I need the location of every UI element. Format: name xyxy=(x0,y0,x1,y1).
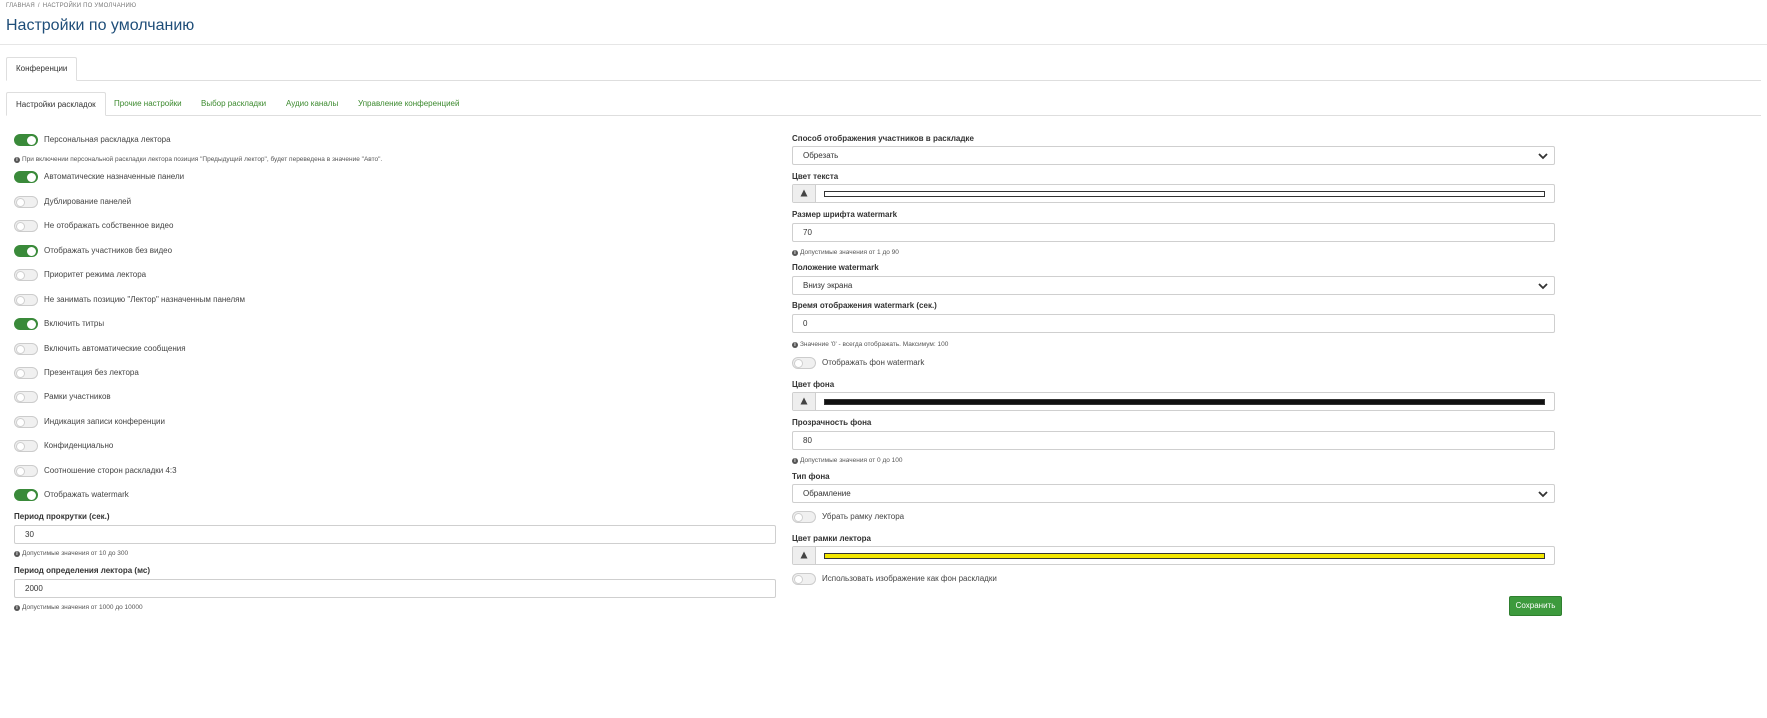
tab-conference-management[interactable]: Управление конференцией xyxy=(358,92,459,116)
auto-messages-label: Включить автоматические сообщения xyxy=(44,344,186,353)
chevron-down-icon xyxy=(1538,491,1548,498)
tab-other-settings[interactable]: Прочие настройки xyxy=(114,92,182,116)
speaker-period-input[interactable]: 2000 xyxy=(14,579,776,598)
show-no-video-toggle[interactable] xyxy=(14,245,38,257)
display-time-label: Время отображения watermark (сек.) xyxy=(792,301,937,310)
personal-layout-toggle[interactable] xyxy=(14,134,38,146)
bg-color-picker[interactable] xyxy=(792,392,1555,411)
show-bg-toggle[interactable] xyxy=(792,357,816,369)
scroll-period-input[interactable]: 30 xyxy=(14,525,776,544)
remove-frame-toggle[interactable] xyxy=(792,511,816,523)
chevron-down-icon xyxy=(1538,153,1548,160)
tab-conferences[interactable]: Конференции xyxy=(6,57,78,81)
display-time-hint: i Значение '0' - всегда отображать. Макси… xyxy=(792,340,948,349)
bg-type-select[interactable]: Обрамление xyxy=(792,484,1555,503)
bg-color-label: Цвет фона xyxy=(792,380,835,389)
font-size-input[interactable]: 70 xyxy=(792,223,1555,242)
recording-indicator-toggle[interactable] xyxy=(14,416,38,428)
color-picker-button[interactable] xyxy=(793,185,816,202)
participant-frames-toggle[interactable] xyxy=(14,391,38,403)
page-title: Настройки по умолчанию xyxy=(6,17,195,34)
bg-color-swatch xyxy=(824,399,1545,405)
subtitles-label: Включить титры xyxy=(44,319,105,328)
font-size-label: Размер шрифта watermark xyxy=(792,210,898,219)
display-mode-label: Способ отображения участников в раскладк… xyxy=(792,134,974,143)
speaker-period-hint: i Допустимые значения от 1000 до 10000 xyxy=(14,603,143,612)
text-color-label: Цвет текста xyxy=(792,172,839,181)
use-image-label: Использовать изображение как фон расклад… xyxy=(822,574,997,583)
show-watermark-toggle[interactable] xyxy=(14,489,38,501)
text-color-picker[interactable] xyxy=(792,184,1555,203)
duplicate-panels-toggle[interactable] xyxy=(14,196,38,208)
chevron-down-icon xyxy=(1538,283,1548,290)
scroll-period-hint: i Допустимые значения от 10 до 300 xyxy=(14,549,128,558)
fill-drip-icon xyxy=(800,551,808,559)
frame-color-picker[interactable] xyxy=(792,546,1555,565)
participant-frames-label: Рамки участников xyxy=(44,392,111,401)
aspect-ratio-label: Соотношение сторон раскладки 4:3 xyxy=(44,466,177,475)
confidential-toggle[interactable] xyxy=(14,440,38,452)
tab-layout-settings[interactable]: Настройки раскладок xyxy=(6,92,106,116)
frame-color-label: Цвет рамки лектора xyxy=(792,534,872,543)
presentation-no-speaker-toggle[interactable] xyxy=(14,367,38,379)
remove-frame-label: Убрать рамку лектора xyxy=(822,512,905,521)
fill-drip-icon xyxy=(800,189,808,197)
display-time-input[interactable]: 0 xyxy=(792,314,1555,333)
no-speaker-position-label: Не занимать позицию "Лектор" назначенным… xyxy=(44,295,245,304)
top-tabs: Конференции xyxy=(6,57,1761,81)
personal-layout-label: Персональная раскладка лектора xyxy=(44,135,171,144)
bg-opacity-label: Прозрачность фона xyxy=(792,418,872,427)
breadcrumb: ГЛАВНАЯ / НАСТРОЙКИ ПО УМОЛЧАНИЮ xyxy=(6,3,137,9)
personal-layout-note: i При включении персональной раскладки ле… xyxy=(14,155,382,164)
speaker-priority-label: Приоритет режима лектора xyxy=(44,270,147,279)
confidential-label: Конфиденциально xyxy=(44,441,114,450)
breadcrumb-home[interactable]: ГЛАВНАЯ xyxy=(6,3,35,9)
color-picker-button[interactable] xyxy=(793,547,816,564)
recording-indicator-label: Индикация записи конференции xyxy=(44,417,165,426)
speaker-period-label: Период определения лектора (мс) xyxy=(14,566,151,575)
info-icon: i xyxy=(792,458,798,464)
hide-own-video-label: Не отображать собственное видео xyxy=(44,221,174,230)
display-mode-select[interactable]: Обрезать xyxy=(792,146,1555,165)
header-divider xyxy=(0,44,1767,45)
info-icon: i xyxy=(14,157,20,163)
color-picker-button[interactable] xyxy=(793,393,816,410)
info-icon: i xyxy=(14,605,20,611)
tab-layout-choice[interactable]: Выбор раскладки xyxy=(201,92,266,116)
no-speaker-position-toggle[interactable] xyxy=(14,294,38,306)
hide-own-video-toggle[interactable] xyxy=(14,220,38,232)
bg-opacity-input[interactable]: 80 xyxy=(792,431,1555,450)
breadcrumb-current: НАСТРОЙКИ ПО УМОЛЧАНИЮ xyxy=(42,3,137,9)
font-size-hint: i Допустимые значения от 1 до 90 xyxy=(792,248,899,257)
save-button[interactable]: Сохранить xyxy=(1509,596,1562,616)
subtitles-toggle[interactable] xyxy=(14,318,38,330)
position-select[interactable]: Внизу экрана xyxy=(792,276,1555,295)
tab-audio-channels[interactable]: Аудио каналы xyxy=(286,92,338,116)
info-icon: i xyxy=(14,551,20,557)
frame-color-swatch xyxy=(824,553,1545,559)
position-label: Положение watermark xyxy=(792,263,879,272)
auto-panels-toggle[interactable] xyxy=(14,171,38,183)
use-image-toggle[interactable] xyxy=(792,573,816,585)
info-icon: i xyxy=(792,342,798,348)
fill-drip-icon xyxy=(800,397,808,405)
duplicate-panels-label: Дублирование панелей xyxy=(44,197,132,206)
auto-messages-toggle[interactable] xyxy=(14,343,38,355)
auto-panels-label: Автоматические назначенные панели xyxy=(44,172,185,181)
sub-tabs: Настройки раскладок Прочие настройки Выб… xyxy=(6,92,1761,116)
speaker-priority-toggle[interactable] xyxy=(14,269,38,281)
presentation-no-speaker-label: Презентация без лектора xyxy=(44,368,139,377)
info-icon: i xyxy=(792,250,798,256)
show-no-video-label: Отображать участников без видео xyxy=(44,246,173,255)
aspect-ratio-toggle[interactable] xyxy=(14,465,38,477)
scroll-period-label: Период прокрутки (сек.) xyxy=(14,512,110,521)
show-watermark-label: Отображать watermark xyxy=(44,490,129,499)
show-bg-label: Отображать фон watermark xyxy=(822,358,925,367)
text-color-swatch xyxy=(824,191,1545,197)
bg-type-label: Тип фона xyxy=(792,472,830,481)
bg-opacity-hint: i Допустимые значения от 0 до 100 xyxy=(792,456,903,465)
